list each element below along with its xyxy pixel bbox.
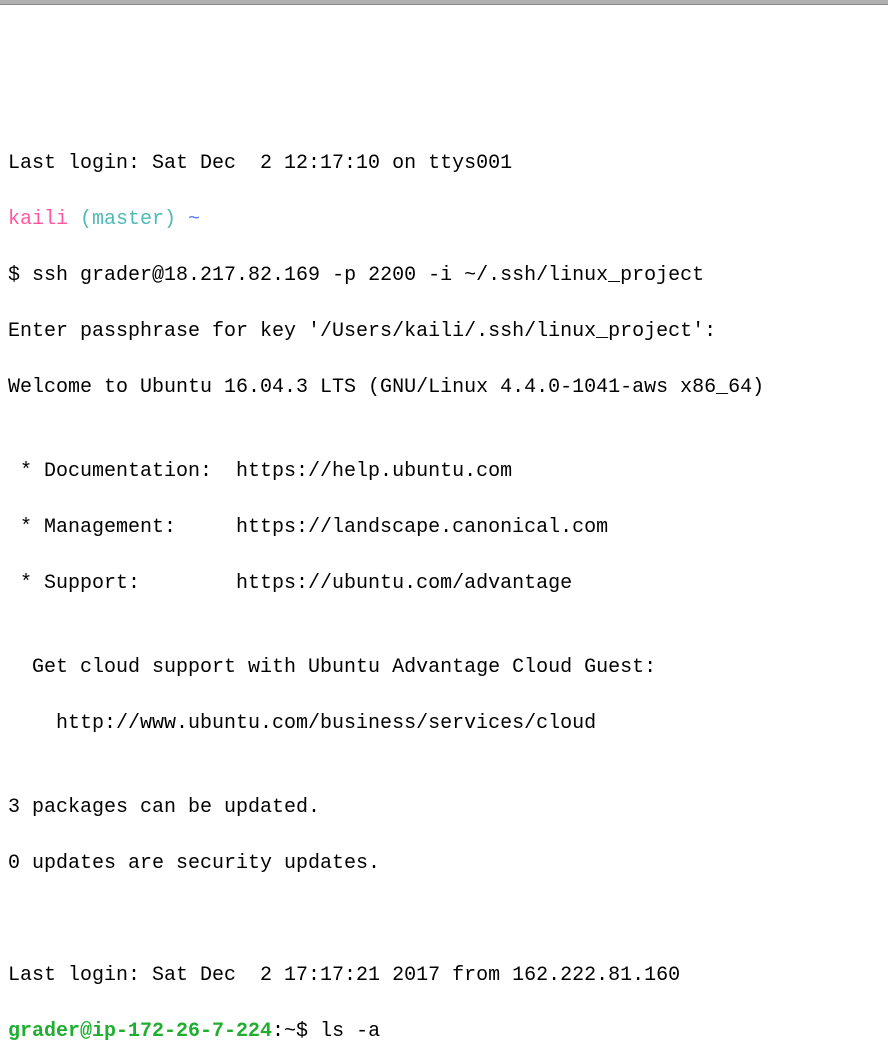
- local-prompt-ps1: kaili (master) ~: [8, 206, 880, 234]
- local-prompt-symbol: $: [8, 264, 32, 287]
- window-titlebar-stub: [0, 0, 888, 5]
- motd-cloud-line1: Get cloud support with Ubuntu Advantage …: [8, 654, 880, 682]
- passphrase-prompt[interactable]: Enter passphrase for key '/Users/kaili/.…: [8, 318, 880, 346]
- last-login-local: Last login: Sat Dec 2 12:17:10 on ttys00…: [8, 150, 880, 178]
- security-updates-count: 0 updates are security updates.: [8, 850, 880, 878]
- ps1-path: ~: [188, 208, 200, 231]
- motd-support: * Support: https://ubuntu.com/advantage: [8, 570, 880, 598]
- ps1-user: kaili: [8, 208, 80, 231]
- motd-management: * Management: https://landscape.canonica…: [8, 514, 880, 542]
- welcome-banner: Welcome to Ubuntu 16.04.3 LTS (GNU/Linux…: [8, 374, 880, 402]
- ssh-command: ssh grader@18.217.82.169 -p 2200 -i ~/.s…: [32, 264, 704, 287]
- remote-command: ls -a: [320, 1020, 380, 1043]
- motd-cloud-line2: http://www.ubuntu.com/business/services/…: [8, 710, 880, 738]
- remote-ps1-userhost: grader@ip-172-26-7-224: [8, 1020, 272, 1043]
- updates-count: 3 packages can be updated.: [8, 794, 880, 822]
- motd-documentation: * Documentation: https://help.ubuntu.com: [8, 458, 880, 486]
- local-command-line[interactable]: $ ssh grader@18.217.82.169 -p 2200 -i ~/…: [8, 262, 880, 290]
- last-login-remote: Last login: Sat Dec 2 17:17:21 2017 from…: [8, 962, 880, 990]
- remote-ps1-sep: :~$: [272, 1020, 320, 1043]
- remote-command-line[interactable]: grader@ip-172-26-7-224:~$ ls -a: [8, 1018, 880, 1046]
- ps1-git-branch: (master): [80, 208, 188, 231]
